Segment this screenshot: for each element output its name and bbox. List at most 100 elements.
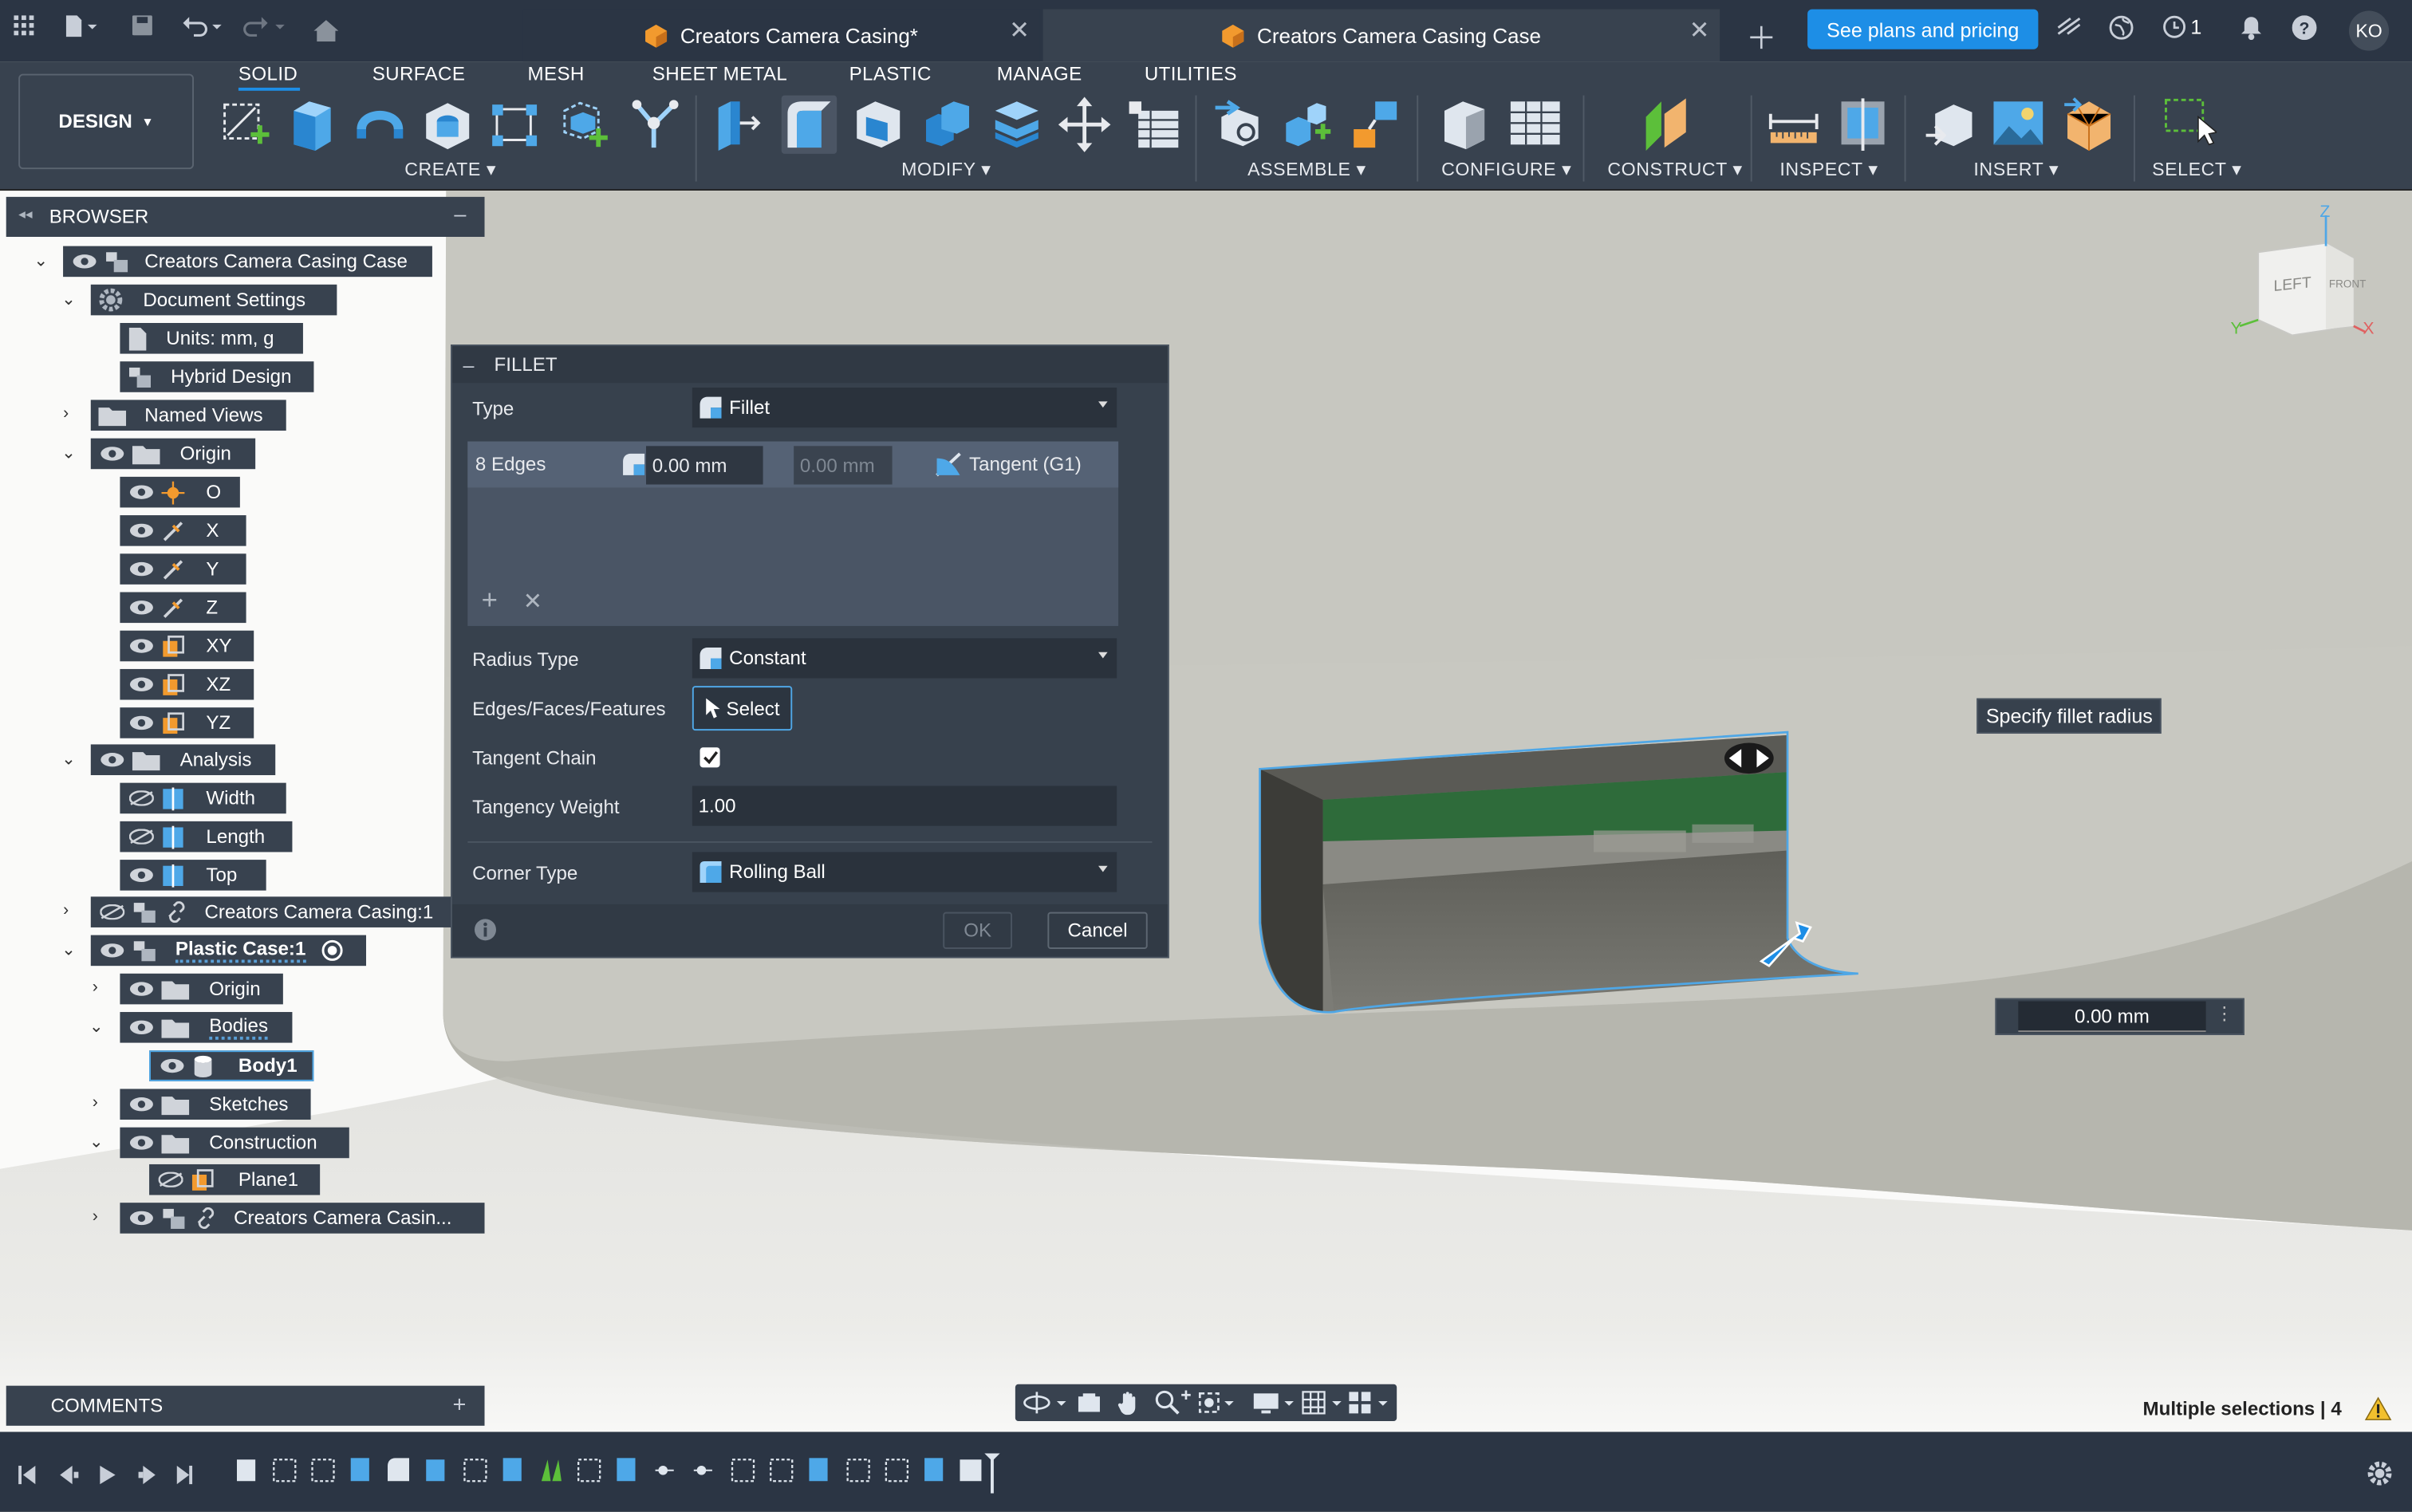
browser-axis-x[interactable]: X [120,515,246,546]
save-icon[interactable] [132,15,152,36]
chevron-right-icon[interactable]: › [63,901,69,919]
browser-axis-y[interactable]: Y [120,553,246,585]
browser-body1[interactable]: Body1 [149,1050,314,1081]
close-tab-icon[interactable]: ✕ [1689,15,1710,46]
tab-utilities[interactable]: UTILITIES [1145,63,1237,85]
browser-named-views[interactable]: Named Views [90,400,286,431]
configure-menu[interactable]: CONFIGURE ▾ [1441,159,1571,180]
file-menu-icon[interactable] [65,15,98,37]
chevron-down-icon[interactable]: ⌄ [89,1132,104,1152]
insert-menu[interactable]: INSERT ▾ [1973,159,2059,180]
new-component-button[interactable] [557,96,612,154]
tab-solid[interactable]: SOLID [238,63,298,85]
viewcube-front-label[interactable]: FRONT [2329,280,2366,291]
look-at-icon[interactable] [1077,1390,1102,1415]
browser-sketches[interactable]: Sketches [120,1089,311,1120]
browser-bodies[interactable]: Bodies [120,1012,293,1043]
browser-origin[interactable]: Origin [90,438,256,470]
tab-manage[interactable]: MANAGE [997,63,1082,85]
browser-construction[interactable]: Construction [120,1127,349,1159]
create-sketch-button[interactable] [220,96,275,154]
cancel-button[interactable]: Cancel [1047,912,1148,949]
visibility-eye-icon[interactable] [129,600,154,615]
selection-set-row[interactable]: 8 Edges 0.00 mm 0.00 mm Tangent (G1) [467,441,1119,488]
browser-plane-yz[interactable]: YZ [120,707,254,738]
help-icon[interactable]: ? [2292,15,2317,41]
timeline-playback-controls[interactable] [17,1463,217,1487]
modify-menu[interactable]: MODIFY ▾ [901,159,991,180]
chevron-down-icon[interactable]: ⌄ [34,250,48,270]
corner-type-dropdown[interactable]: Rolling Ball [692,852,1117,892]
hole-button[interactable] [420,96,475,154]
visibility-eye-icon[interactable] [129,1135,154,1150]
construct-menu[interactable]: CONSTRUCT ▾ [1607,159,1742,180]
chevron-right-icon[interactable]: › [93,1207,98,1226]
browser-units[interactable]: Units: mm, g [120,323,303,354]
visibility-eye-icon[interactable] [129,523,154,538]
revolve-button[interactable] [353,96,408,154]
measure-button[interactable] [1766,96,1821,154]
browser-plane-xy[interactable]: XY [120,630,254,662]
form-button[interactable] [628,96,683,154]
extrude-button[interactable] [285,96,340,154]
select-button[interactable] [2162,96,2217,154]
remove-selection-set-icon[interactable]: ✕ [523,588,542,616]
browser-plane1[interactable]: Plane1 [149,1164,321,1195]
tab-sheet-metal[interactable]: SHEET METAL [652,63,787,85]
browser-axis-z[interactable]: Z [120,592,246,624]
display-settings-icon[interactable] [1252,1390,1299,1415]
inspect-menu[interactable]: INSPECT ▾ [1779,159,1878,180]
hidden-eye-icon[interactable] [129,829,154,845]
add-comment-icon[interactable]: + [452,1392,466,1418]
chevron-right-icon[interactable]: › [93,978,98,997]
close-tab-icon[interactable]: ✕ [1009,15,1030,46]
select-menu[interactable]: SELECT ▾ [2152,159,2241,180]
visibility-eye-icon[interactable] [129,1211,154,1226]
visibility-eye-icon[interactable] [100,446,124,461]
new-component-assemble-button[interactable] [1212,96,1267,154]
visibility-eye-icon[interactable] [100,752,124,767]
chevron-down-icon[interactable]: ⌄ [61,749,76,769]
ok-button[interactable]: OK [943,912,1013,949]
see-plans-button[interactable]: See plans and pricing [1807,9,2039,49]
collapse-browser-icon[interactable]: ◂◂ [18,206,32,222]
radius-input[interactable]: 0.00 mm [2018,1001,2206,1033]
tangent-chain-checkbox[interactable] [700,747,720,768]
online-status-icon[interactable] [2109,15,2134,40]
visibility-eye-icon[interactable] [129,485,154,500]
info-icon[interactable] [474,918,497,941]
zoom-icon[interactable] [1155,1390,1192,1415]
tab-creators-camera-casing[interactable]: Creators Camera Casing* [522,9,1040,62]
browser-hybrid-design[interactable]: Hybrid Design [120,361,314,392]
browser-analysis-top[interactable]: Top [120,860,266,891]
radius-secondary-input[interactable]: 0.00 mm [794,446,893,485]
chevron-right-icon[interactable]: › [93,1093,98,1112]
new-tab-icon[interactable]: ＋ [1746,14,1777,58]
browser-origin-point[interactable]: O [120,476,240,508]
warning-icon[interactable] [2364,1396,2392,1421]
viewports-icon[interactable] [1347,1390,1393,1415]
fillet-button[interactable] [781,95,838,154]
visibility-eye-icon[interactable] [129,677,154,692]
visibility-eye-icon[interactable] [129,1020,154,1035]
browser-analysis-width[interactable]: Width [120,782,286,814]
radius-value-input[interactable]: 0.00 mm [646,446,763,485]
section-analysis-button[interactable] [1835,96,1890,154]
3d-viewport[interactable]: LEFT FRONT Z X Y [0,191,2412,1432]
visibility-eye-icon[interactable] [160,1058,185,1073]
chevron-right-icon[interactable]: › [63,404,69,423]
hidden-eye-icon[interactable] [100,904,125,920]
browser-header[interactable]: ◂◂ BROWSER – [6,196,485,238]
pan-hand-icon[interactable] [1117,1390,1141,1416]
browser-plane-xz[interactable]: XZ [120,668,254,700]
redo-icon[interactable] [242,15,288,37]
browser-root-node[interactable]: Creators Camera Casing Case [63,246,432,278]
dialog-header[interactable]: – FILLET [452,345,1168,384]
select-edges-button[interactable]: Select [692,686,793,731]
apps-grid-icon[interactable] [14,15,34,36]
radius-type-dropdown[interactable]: Constant [692,638,1117,679]
orbit-icon[interactable] [1022,1390,1068,1415]
hidden-eye-icon[interactable] [129,790,154,806]
chevron-down-icon[interactable]: ⌄ [61,289,76,309]
insert-derive-button[interactable] [1923,96,1978,154]
